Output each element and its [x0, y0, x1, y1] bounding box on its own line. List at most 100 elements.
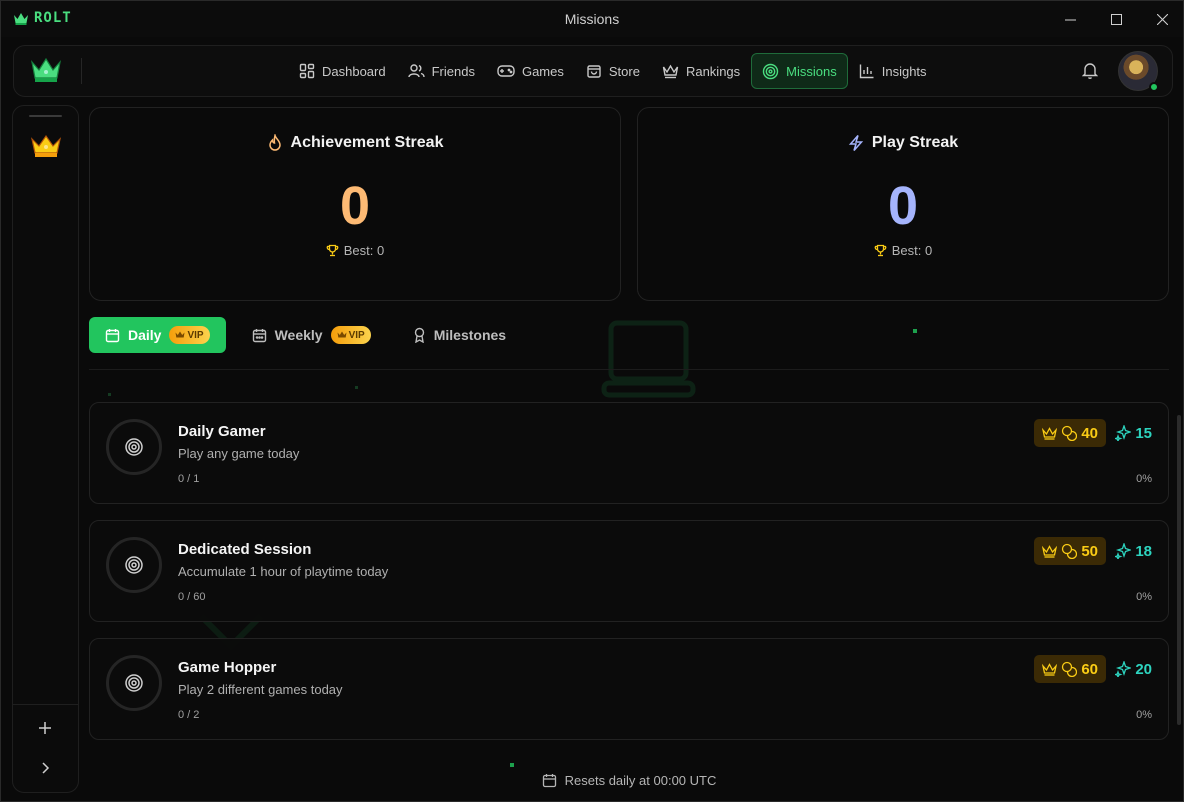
sidebar-handle	[29, 115, 62, 117]
nav-item-dashboard[interactable]: Dashboard	[288, 53, 397, 89]
minimize-button[interactable]	[1047, 1, 1093, 37]
tab-label: Daily	[128, 327, 162, 343]
target-icon	[125, 438, 143, 456]
top-navbar: Dashboard Friends Games Store Rankings M…	[13, 45, 1173, 97]
mission-description: Accumulate 1 hour of playtime today	[178, 564, 389, 579]
sidebar-divider	[13, 704, 78, 705]
scrollbar[interactable]	[1177, 415, 1181, 725]
mission-progress: 0 / 2	[178, 709, 200, 721]
window-title: Missions	[564, 11, 620, 27]
grid-icon	[299, 63, 315, 79]
crown-icon	[1042, 426, 1058, 440]
calendar-icon	[542, 774, 556, 788]
xp-amount: 15	[1135, 424, 1152, 442]
nav-label: Missions	[786, 63, 837, 79]
calendar-icon	[105, 328, 120, 342]
nav-item-store[interactable]: Store	[575, 53, 651, 89]
mission-icon-wrap	[106, 537, 162, 593]
tab-weekly[interactable]: Weekly VIP	[236, 317, 387, 353]
best-label: Best: 0	[343, 243, 385, 258]
plus-icon[interactable]	[35, 718, 55, 738]
sparkles-icon	[1115, 425, 1132, 441]
play-streak-best: Best: 0	[638, 243, 1168, 258]
mission-icon-wrap	[106, 419, 162, 475]
crown-icon	[175, 331, 185, 338]
xp-reward: 15	[1115, 419, 1152, 447]
sparkles-icon	[1115, 661, 1132, 677]
close-icon	[1156, 13, 1168, 25]
mission-percent: 0%	[1136, 591, 1152, 603]
app-window: ROLT Missions Dashboard Friends Games St…	[0, 0, 1184, 802]
trophy-icon	[326, 244, 339, 257]
nav-item-games[interactable]: Games	[486, 53, 575, 89]
target-icon	[125, 556, 143, 574]
coins-icon	[1062, 543, 1078, 559]
tab-label: Weekly	[274, 327, 323, 343]
maximize-button[interactable]	[1093, 1, 1139, 37]
nav-item-rankings[interactable]: Rankings	[651, 53, 751, 89]
nav-label: Rankings	[685, 63, 741, 79]
xp-reward: 18	[1115, 537, 1152, 565]
maximize-icon	[1110, 13, 1122, 25]
trophy-icon	[874, 244, 887, 257]
mission-title: Daily Gamer	[178, 423, 266, 440]
achievement-streak-value: 0	[339, 176, 371, 236]
xp-amount: 18	[1135, 542, 1152, 560]
nav-item-missions[interactable]: Missions	[751, 53, 848, 89]
coin-amount: 50	[1081, 542, 1098, 560]
close-button[interactable]	[1139, 1, 1183, 37]
reset-text: Resets daily at 00:00 UTC	[564, 773, 717, 788]
tabs-divider	[89, 369, 1169, 370]
mission-percent: 0%	[1136, 473, 1152, 485]
nav-label: Insights	[881, 63, 927, 79]
crown-icon	[1042, 662, 1058, 676]
mission-description: Play any game today	[178, 446, 300, 461]
mission-card[interactable]: Dedicated Session Accumulate 1 hour of p…	[89, 520, 1169, 622]
mission-card[interactable]: Game Hopper Play 2 different games today…	[89, 638, 1169, 740]
flame-icon	[268, 134, 281, 151]
achievement-streak-title: Achievement Streak	[290, 134, 444, 151]
mission-card[interactable]: Daily Gamer Play any game today 0 / 1 0%…	[89, 402, 1169, 504]
crown-icon	[337, 331, 347, 338]
mission-percent: 0%	[1136, 709, 1152, 721]
online-status-dot	[1149, 82, 1159, 92]
nav-label: Friends	[431, 63, 475, 79]
best-label: Best: 0	[891, 243, 933, 258]
calendar-icon	[252, 328, 266, 342]
sidebar	[12, 105, 79, 793]
background-dot	[355, 386, 358, 389]
play-streak-value: 0	[887, 176, 919, 236]
nav-label: Dashboard	[322, 63, 386, 79]
crown-server-icon[interactable]	[30, 133, 62, 159]
achievement-streak-card: Achievement Streak 0 Best: 0	[89, 107, 621, 301]
vip-label: VIP	[187, 329, 204, 341]
nav-item-insights[interactable]: Insights	[848, 53, 938, 89]
reset-info: Resets daily at 00:00 UTC	[89, 773, 1169, 788]
crown-logo-icon[interactable]	[30, 56, 62, 84]
vip-badge: VIP	[330, 326, 371, 344]
mission-progress: 0 / 1	[178, 473, 200, 485]
crown-icon	[1042, 544, 1058, 558]
coin-reward: 40	[1034, 419, 1106, 447]
play-streak-title: Play Streak	[871, 134, 959, 151]
vip-badge: VIP	[169, 326, 210, 344]
nav-item-friends[interactable]: Friends	[397, 53, 486, 89]
nav-label: Store	[608, 63, 640, 79]
coin-reward: 60	[1034, 655, 1106, 683]
achievement-streak-best: Best: 0	[90, 243, 620, 258]
xp-reward: 20	[1115, 655, 1152, 683]
tab-daily[interactable]: Daily VIP	[89, 317, 226, 353]
bell-icon[interactable]	[1082, 62, 1098, 80]
users-icon	[407, 64, 425, 78]
coins-icon	[1062, 425, 1078, 441]
bag-icon	[587, 65, 601, 78]
achievement-streak-header: Achievement Streak	[90, 134, 620, 152]
tab-milestones[interactable]: Milestones	[397, 317, 522, 353]
coin-amount: 60	[1081, 660, 1098, 678]
mission-progress: 0 / 60	[178, 591, 206, 603]
mission-description: Play 2 different games today	[178, 682, 343, 697]
chevron-right-icon[interactable]	[35, 758, 55, 778]
background-dot	[913, 329, 917, 333]
coin-amount: 40	[1081, 424, 1098, 442]
minimize-icon	[1064, 19, 1076, 20]
